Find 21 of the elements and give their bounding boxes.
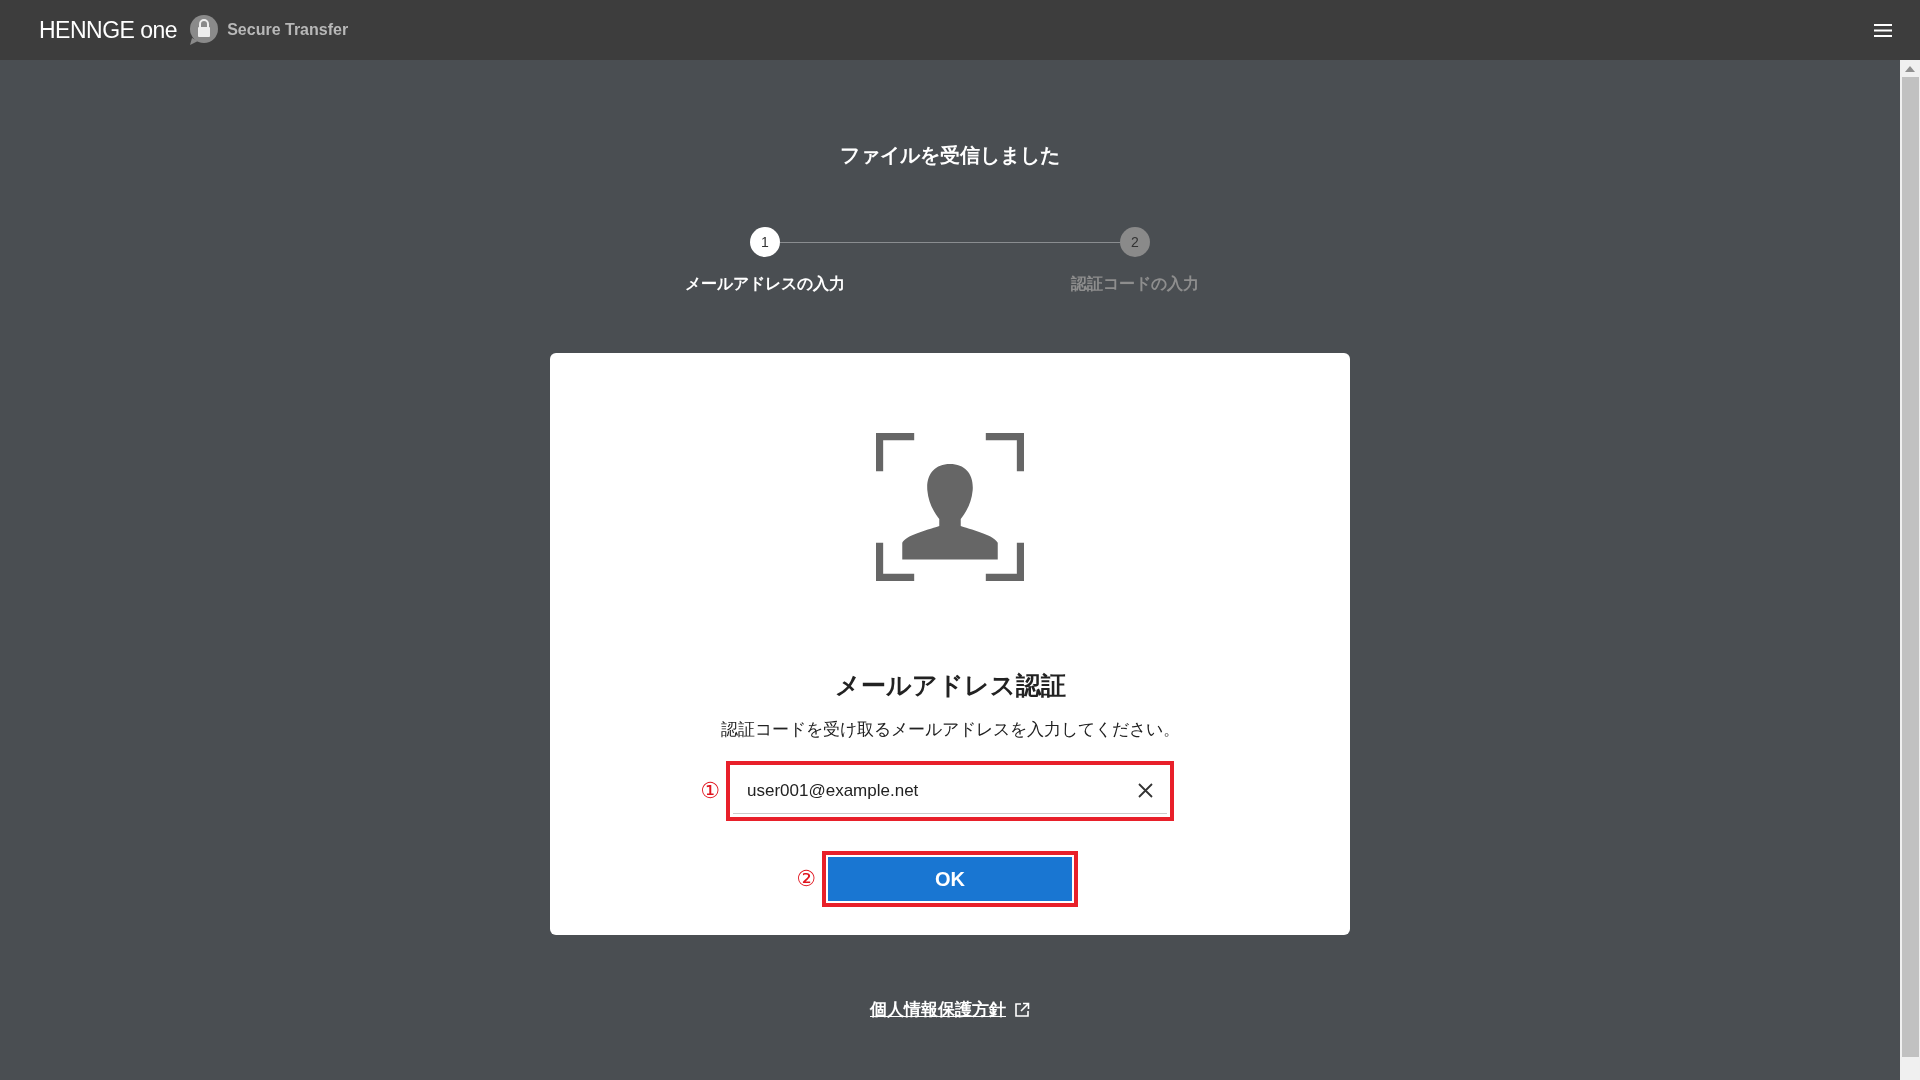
external-link-icon[interactable] (1014, 1001, 1030, 1018)
instruction-text: 認証コードを受け取るメールアドレスを入力してください。 (720, 719, 1180, 741)
ok-button[interactable]: OK (828, 857, 1072, 901)
email-field[interactable]: user001@example.net (733, 768, 1167, 814)
scroll-up-icon[interactable] (1905, 66, 1915, 72)
brand-logo[interactable]: HENNGE one (39, 16, 178, 44)
card-heading: メールアドレス認証 (834, 670, 1066, 701)
face-scan-icon (876, 433, 1024, 581)
annotation-number: ① (700, 778, 720, 804)
step-number: 2 (1120, 227, 1150, 257)
clear-icon[interactable] (1138, 783, 1153, 798)
menu-icon[interactable] (1874, 23, 1892, 37)
product-name: Secure Transfer (227, 21, 349, 39)
lock-bubble-icon (189, 14, 220, 46)
step-label: メールアドレスの入力 (685, 274, 845, 294)
page-title: ファイルを受信しました (840, 143, 1060, 168)
privacy-policy-link[interactable]: 個人情報保護方針 (870, 998, 1006, 1021)
email-input[interactable]: user001@example.net (747, 775, 1138, 806)
annotation-number: ② (796, 866, 816, 892)
step-number: 1 (750, 227, 780, 257)
step-label: 認証コードの入力 (1071, 274, 1199, 294)
